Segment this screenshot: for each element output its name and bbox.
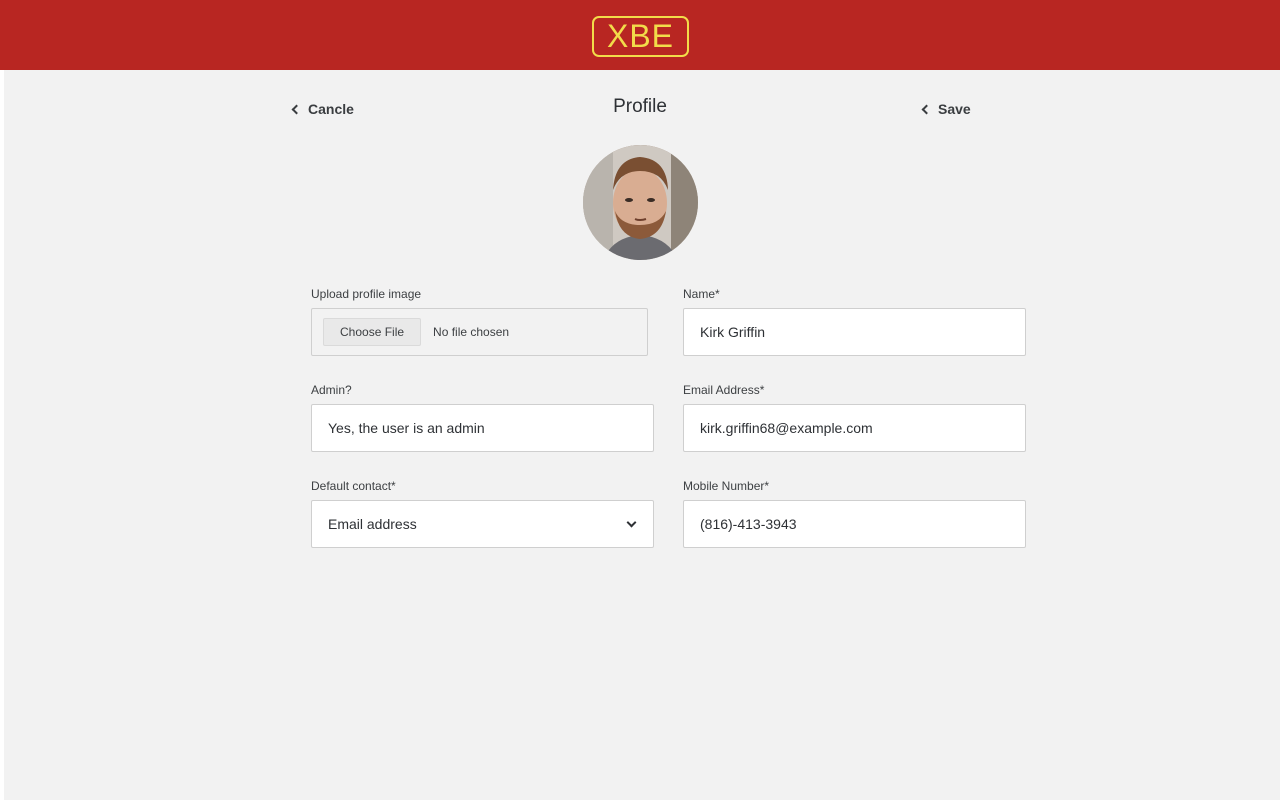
file-upload-field[interactable]: Choose File No file chosen: [311, 308, 648, 356]
admin-label: Admin?: [311, 383, 352, 397]
chevron-left-icon: [921, 104, 932, 114]
name-field[interactable]: Kirk Griffin: [683, 308, 1026, 356]
app-header: XBE: [0, 0, 1280, 70]
default-contact-select[interactable]: Email address: [311, 500, 654, 548]
page-title: Profile: [613, 96, 667, 117]
mobile-label: Mobile Number*: [683, 479, 770, 493]
chevron-left-icon: [291, 104, 302, 114]
file-status: No file chosen: [433, 325, 510, 339]
chevron-down-icon: [626, 517, 637, 528]
xbe-logo[interactable]: XBE: [592, 16, 689, 57]
save-label: Save: [938, 101, 971, 117]
avatar-photo: [583, 145, 698, 260]
admin-field[interactable]: Yes, the user is an admin: [311, 404, 654, 452]
avatar: [583, 145, 698, 260]
save-button[interactable]: Save: [920, 100, 971, 118]
default-contact-label: Default contact*: [311, 479, 396, 493]
cancel-label: Cancle: [308, 101, 354, 117]
email-field[interactable]: kirk.griffin68@example.com: [683, 404, 1026, 452]
email-label: Email Address*: [683, 383, 765, 397]
mobile-field[interactable]: (816)-413-3943: [683, 500, 1026, 548]
name-label: Name*: [683, 287, 720, 301]
default-contact-value: Email address: [328, 516, 417, 532]
cancel-button[interactable]: Cancle: [290, 100, 354, 118]
choose-file-button[interactable]: Choose File: [323, 318, 422, 346]
upload-label: Upload profile image: [311, 287, 422, 301]
